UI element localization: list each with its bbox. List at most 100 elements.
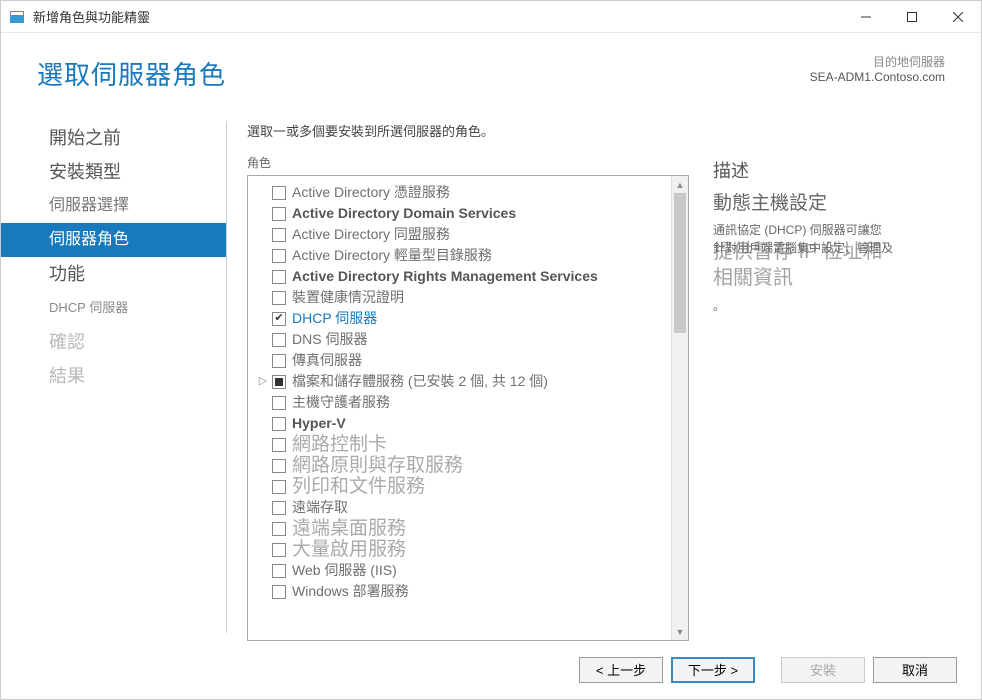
role-checkbox[interactable] (272, 480, 286, 494)
role-checkbox[interactable] (272, 585, 286, 599)
app-icon (9, 9, 25, 25)
role-item[interactable]: Web 伺服器 (IIS) (254, 560, 667, 581)
wizard-step[interactable]: 結果 (1, 359, 226, 393)
role-checkbox[interactable] (272, 459, 286, 473)
scroll-up-icon[interactable]: ▲ (672, 176, 688, 193)
role-item[interactable]: 網路原則與存取服務 (254, 455, 667, 476)
role-item[interactable]: 列印和文件服務 (254, 476, 667, 497)
role-item[interactable]: Active Directory Rights Management Servi… (254, 266, 667, 287)
role-checkbox[interactable] (272, 501, 286, 515)
description-heading: 動態主機設定 (713, 191, 963, 217)
scrollbar[interactable]: ▲ ▼ (671, 176, 688, 640)
role-label: 遠端桌面服務 (292, 519, 406, 538)
cancel-button[interactable]: 取消 (873, 657, 957, 683)
role-checkbox[interactable] (272, 228, 286, 242)
role-label: 網路控制卡 (292, 435, 387, 454)
role-item[interactable]: Windows 部署服務 (254, 581, 667, 602)
expand-icon[interactable]: ▷ (256, 372, 270, 391)
titlebar: 新增角色與功能精靈 (1, 1, 981, 33)
window-controls (843, 1, 981, 33)
role-item[interactable]: 遠端存取 (254, 497, 667, 518)
role-label: 裝置健康情況證明 (292, 288, 404, 307)
role-checkbox[interactable] (272, 270, 286, 284)
wizard-step[interactable]: 功能 (1, 257, 226, 291)
role-item[interactable]: 遠端桌面服務 (254, 518, 667, 539)
destination-block: 目的地伺服器 SEA-ADM1.Contoso.com (810, 53, 945, 84)
destination-server: SEA-ADM1.Contoso.com (810, 70, 945, 84)
install-button[interactable]: 安裝 (781, 657, 865, 683)
role-item[interactable]: 傳真伺服器 (254, 350, 667, 371)
role-checkbox[interactable] (272, 438, 286, 452)
role-label: Active Directory Rights Management Servi… (292, 267, 598, 286)
previous-button[interactable]: < 上一步 (579, 657, 663, 683)
role-item[interactable]: 裝置健康情況證明 (254, 287, 667, 308)
wizard-step[interactable]: 開始之前 (1, 121, 226, 155)
role-label: Windows 部署服務 (292, 582, 409, 601)
wizard-step[interactable]: 伺服器角色 (1, 223, 226, 257)
description-dot: 。 (713, 297, 963, 315)
role-label: 網路原則與存取服務 (292, 456, 463, 475)
role-item[interactable]: 大量啟用服務 (254, 539, 667, 560)
role-checkbox[interactable] (272, 333, 286, 347)
roles-label: 角色 (247, 154, 689, 171)
scroll-down-icon[interactable]: ▼ (672, 623, 688, 640)
role-label: Active Directory 同盟服務 (292, 225, 450, 244)
role-label: Web 伺服器 (IIS) (292, 561, 397, 580)
role-label: 列印和文件服務 (292, 477, 425, 496)
role-checkbox[interactable] (272, 249, 286, 263)
minimize-button[interactable] (843, 1, 889, 33)
description-panel: 描述 動態主機設定 通訊協定 (DHCP) 伺服器可讓您 針對用戶端電腦集中設定… (713, 121, 963, 641)
maximize-button[interactable] (889, 1, 935, 33)
role-label: 傳真伺服器 (292, 351, 362, 370)
role-label: Active Directory 憑證服務 (292, 183, 450, 202)
roles-list[interactable]: Active Directory 憑證服務 Active Directory Do… (248, 176, 671, 640)
role-checkbox[interactable] (272, 312, 286, 326)
role-checkbox[interactable] (272, 522, 286, 536)
role-item[interactable]: DHCP 伺服器 (254, 308, 667, 329)
divider (226, 121, 227, 633)
window-title: 新增角色與功能精靈 (33, 7, 843, 26)
role-label: DHCP 伺服器 (292, 309, 377, 328)
role-checkbox[interactable] (272, 354, 286, 368)
roles-listbox: Active Directory 憑證服務 Active Directory Do… (247, 175, 689, 641)
header: 選取伺服器角色 目的地伺服器 SEA-ADM1.Contoso.com (1, 33, 981, 113)
role-item[interactable]: DNS 伺服器 (254, 329, 667, 350)
role-label: DNS 伺服器 (292, 330, 367, 349)
scroll-track[interactable] (672, 193, 688, 623)
role-item[interactable]: 網路控制卡 (254, 434, 667, 455)
destination-label: 目的地伺服器 (810, 53, 945, 70)
wizard-step[interactable]: 安裝類型 (1, 155, 226, 189)
role-checkbox[interactable] (272, 417, 286, 431)
role-checkbox[interactable] (272, 396, 286, 410)
role-item[interactable]: Hyper-V (254, 413, 667, 434)
role-label: Active Directory Domain Services (292, 204, 516, 223)
role-item[interactable]: Active Directory 同盟服務 (254, 224, 667, 245)
wizard-step[interactable]: DHCP 伺服器 (1, 291, 226, 325)
role-item[interactable]: Active Directory 輕量型目錄服務 (254, 245, 667, 266)
role-checkbox[interactable] (272, 207, 286, 221)
wizard-sidebar: 開始之前安裝類型伺服器選擇伺服器角色功能DHCP 伺服器確認結果 (1, 113, 226, 641)
role-item[interactable]: Active Directory 憑證服務 (254, 182, 667, 203)
role-label: 檔案和儲存體服務 (已安裝 2 個, 共 12 個) (292, 372, 548, 391)
role-label: Active Directory 輕量型目錄服務 (292, 246, 492, 265)
role-label: 遠端存取 (292, 498, 348, 517)
wizard-step[interactable]: 確認 (1, 325, 226, 359)
role-checkbox[interactable] (272, 291, 286, 305)
description-title: 描述 (713, 157, 963, 183)
role-item[interactable]: 主機守護者服務 (254, 392, 667, 413)
role-checkbox[interactable] (272, 375, 286, 389)
role-item[interactable]: Active Directory Domain Services (254, 203, 667, 224)
scroll-thumb[interactable] (674, 193, 686, 333)
role-label: 主機守護者服務 (292, 393, 390, 412)
role-checkbox[interactable] (272, 186, 286, 200)
role-checkbox[interactable] (272, 564, 286, 578)
wizard-footer: < 上一步 下一步 > 安裝 取消 (1, 641, 981, 697)
role-label: Hyper-V (292, 414, 346, 433)
role-item[interactable]: ▷ 檔案和儲存體服務 (已安裝 2 個, 共 12 個) (254, 371, 667, 392)
next-button[interactable]: 下一步 > (671, 657, 755, 683)
instruction-text: 選取一或多個要安裝到所選伺服器的角色。 (247, 121, 689, 140)
role-checkbox[interactable] (272, 543, 286, 557)
wizard-step[interactable]: 伺服器選擇 (1, 189, 226, 223)
description-overlay1: 提供暫存 IP 位址和 (713, 235, 883, 264)
close-button[interactable] (935, 1, 981, 33)
